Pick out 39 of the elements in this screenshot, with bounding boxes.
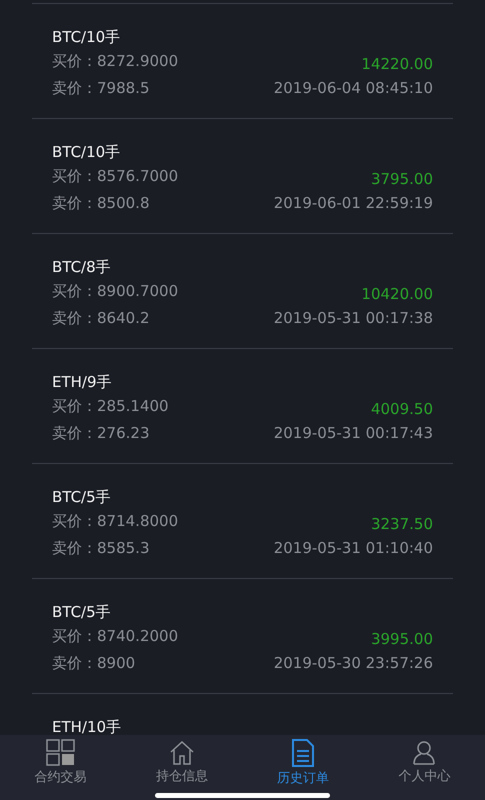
order-title: BTC/10手 xyxy=(52,142,122,163)
grid-icon xyxy=(46,739,76,767)
order-time: 2019-06-04 08:45:10 xyxy=(274,78,433,99)
tab[interactable]: 历史订单 xyxy=(242,735,364,800)
person-icon xyxy=(412,740,436,766)
order-time: 2019-06-01 22:59:19 xyxy=(274,193,433,214)
order-time: 2019-05-31 00:17:43 xyxy=(274,423,433,444)
sell-price: 卖价：7988.5 xyxy=(52,78,150,99)
profit-amount: 14220.00 xyxy=(361,54,433,74)
buy-price: 买价：285.1400 xyxy=(52,396,169,417)
sell-price: 卖价：276.23 xyxy=(52,423,150,444)
profit-amount: 3237.50 xyxy=(370,514,433,534)
order-time: 2019-05-31 00:17:38 xyxy=(274,308,433,329)
buy-price: 买价：8714.8000 xyxy=(52,511,178,532)
order-title: BTC/5手 xyxy=(52,602,112,623)
order-time: 2019-05-30 23:57:26 xyxy=(274,653,433,674)
profit-amount: 3795.00 xyxy=(370,169,433,189)
order-title: ETH/9手 xyxy=(52,372,113,393)
buy-price: 买价：8900.7000 xyxy=(52,281,178,302)
buy-price: 买价：8272.9000 xyxy=(52,51,178,72)
buy-price: 买价：8576.7000 xyxy=(52,166,178,187)
house-icon xyxy=(168,740,195,766)
profit-amount: 10420.00 xyxy=(361,284,433,304)
tab[interactable]: 个人中心 xyxy=(364,735,485,800)
order-title: BTC/10手 xyxy=(52,27,122,48)
sell-price: 卖价：8500.8 xyxy=(52,193,150,214)
sell-price: 卖价：8585.3 xyxy=(52,538,150,559)
tab[interactable]: 合约交易 xyxy=(0,735,122,800)
sell-price: 卖价：8900 xyxy=(52,653,136,674)
order-time: 2019-05-31 01:10:40 xyxy=(274,538,433,559)
profit-amount: 4009.50 xyxy=(370,399,433,419)
order-title: BTC/8手 xyxy=(52,257,112,278)
document-icon xyxy=(291,738,316,768)
buy-price: 买价：8740.2000 xyxy=(52,626,178,647)
profit-amount: 3995.00 xyxy=(370,629,433,649)
order-title: BTC/5手 xyxy=(52,487,112,508)
order-title: ETH/10手 xyxy=(52,717,122,735)
sell-price: 卖价：8640.2 xyxy=(52,308,150,329)
tab[interactable]: 持仓信息 xyxy=(121,735,242,800)
